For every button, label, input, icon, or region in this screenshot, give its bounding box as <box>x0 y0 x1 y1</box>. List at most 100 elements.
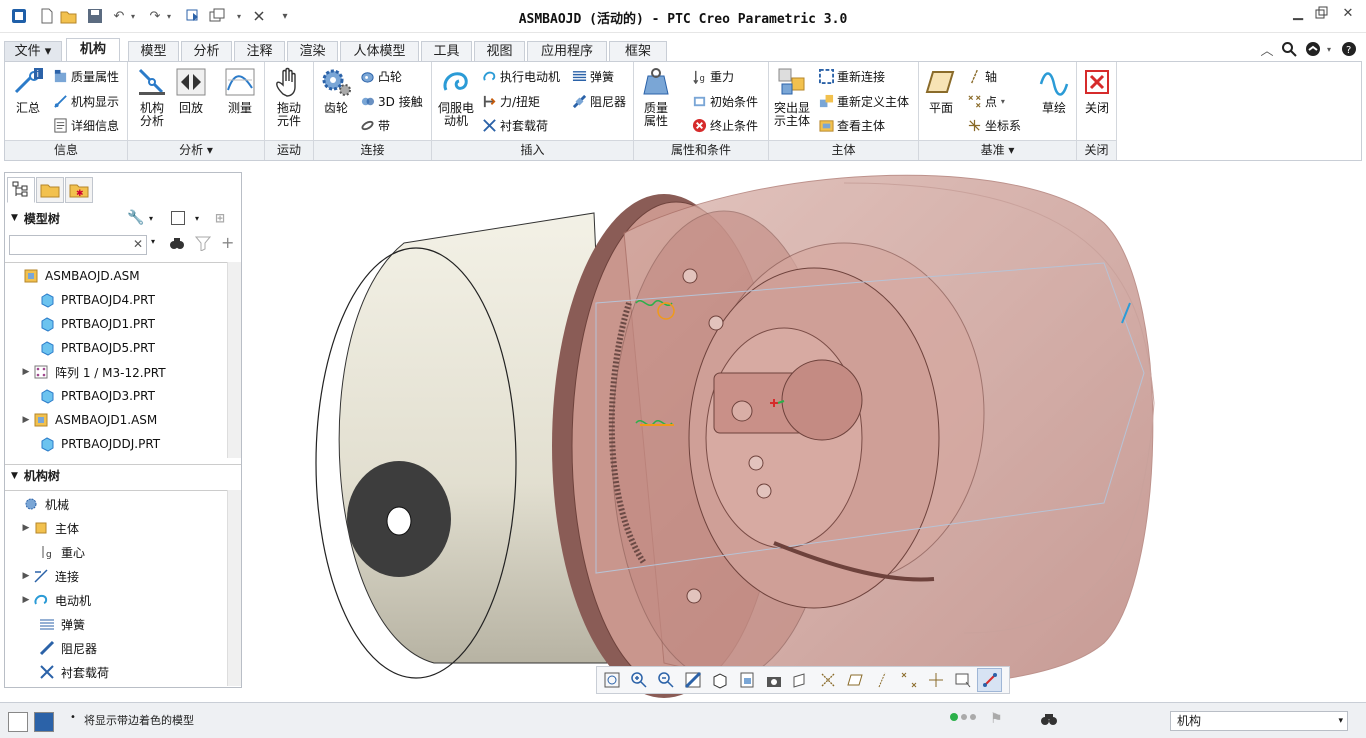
mech-item-dampers[interactable]: 阻尼器 <box>25 636 97 660</box>
search-icon[interactable] <box>1280 40 1298 58</box>
show-icon[interactable] <box>171 211 185 225</box>
tab-tools[interactable]: 工具 <box>421 41 472 62</box>
point-display-icon[interactable] <box>896 668 921 692</box>
zoom-in-icon[interactable] <box>626 668 651 692</box>
mech-item-root[interactable]: 机械 <box>9 492 69 516</box>
datum-display-icon[interactable] <box>815 668 840 692</box>
csys-display-icon[interactable] <box>923 668 948 692</box>
detail-info-button[interactable]: 详细信息 <box>53 115 119 135</box>
tree-item-subassembly[interactable]: ▶ ASMBAOJD1.ASM <box>19 408 158 432</box>
tab-view[interactable]: 视图 <box>474 41 525 62</box>
tab-mechanism[interactable]: 机构 <box>66 38 120 63</box>
gear-button[interactable]: 齿轮 <box>318 66 354 115</box>
damper-button[interactable]: 阻尼器 <box>572 91 626 111</box>
expand-arrow-icon[interactable]: ▶ <box>19 571 33 581</box>
tree-filter-icon[interactable]: ⊞ <box>215 211 225 225</box>
group-label-analysis[interactable]: 分析 ▾ <box>128 140 264 160</box>
sketch-button[interactable]: 草绘 <box>1037 66 1071 115</box>
mech-item-bushings[interactable]: 衬套载荷 <box>25 660 109 684</box>
repaint-icon[interactable] <box>680 668 705 692</box>
reconnect-button[interactable]: 重新连接 <box>819 66 885 86</box>
belt-button[interactable]: 带 <box>360 115 390 135</box>
init-conditions-button[interactable]: 初始条件 <box>692 91 758 111</box>
tab-model[interactable]: 模型 <box>128 41 179 62</box>
measure-button[interactable]: 测量 <box>222 66 258 115</box>
tab-applications[interactable]: 应用程序 <box>527 41 607 62</box>
drag-components-button[interactable]: 拖动 元件 <box>271 66 307 128</box>
force-torque-button[interactable]: 力/扭矩 <box>482 91 540 111</box>
selection-filter-select[interactable]: 机构 ▾ <box>1170 711 1348 731</box>
mass-properties-button[interactable]: 质量属性 <box>53 66 119 86</box>
mech-item-gravity[interactable]: g 重心 <box>25 540 85 564</box>
tab-render[interactable]: 渲染 <box>287 41 338 62</box>
expand-arrow-icon[interactable]: ▶ <box>19 367 33 377</box>
tab-folder-browser[interactable] <box>36 177 64 203</box>
spring-button[interactable]: 弹簧 <box>572 66 614 86</box>
mech-item-motors[interactable]: ▶ 电动机 <box>19 588 91 612</box>
community-dropdown-icon[interactable]: ▾ <box>1320 40 1338 58</box>
mech-item-springs[interactable]: 弹簧 <box>25 612 85 636</box>
tab-analysis[interactable]: 分析 <box>181 41 232 62</box>
tab-framework[interactable]: 框架 <box>609 41 667 62</box>
expand-arrow-icon[interactable]: ▶ <box>19 595 33 605</box>
tab-model-tree[interactable] <box>7 177 35 203</box>
mech-tree-scrollbar[interactable] <box>227 490 241 686</box>
axis-button[interactable]: 轴 <box>967 66 997 86</box>
tree-item-part[interactable]: PRTBAOJD1.PRT <box>25 312 155 336</box>
clear-search-icon[interactable]: ✕ <box>133 237 143 251</box>
mech-item-connections[interactable]: ▶ 连接 <box>19 564 79 588</box>
graphics-viewport[interactable] <box>244 163 1366 699</box>
gravity-button[interactable]: g 重力 <box>692 66 734 86</box>
playback-button[interactable]: 回放 <box>174 66 208 115</box>
axis-display-icon[interactable] <box>869 668 894 692</box>
highlight-bodies-button[interactable]: 突出显 示主体 <box>771 66 813 128</box>
tab-favorites[interactable]: ✱ <box>65 177 93 203</box>
display-style-icon[interactable] <box>707 668 732 692</box>
servo-motor-button[interactable]: 伺服电 动机 <box>434 66 478 128</box>
tab-annotate[interactable]: 注释 <box>234 41 285 62</box>
cam-button[interactable]: 凸轮 <box>360 66 402 86</box>
show-browser-icon[interactable] <box>34 712 54 732</box>
mech-item-bodies[interactable]: ▶ 主体 <box>19 516 79 540</box>
view-manager-icon[interactable] <box>761 668 786 692</box>
mech-tree-header[interactable]: ▼ 机构树 <box>5 464 241 486</box>
plane-button[interactable]: 平面 <box>923 66 959 115</box>
assembly-model-render[interactable] <box>244 163 1366 699</box>
redefine-body-button[interactable]: 重新定义主体 <box>819 91 909 111</box>
mech-display-button[interactable]: 机构显示 <box>53 91 119 111</box>
close-button[interactable]: 关闭 <box>1079 66 1115 115</box>
settings-dropdown-icon[interactable]: ▾ <box>149 214 153 223</box>
csys-button[interactable]: 坐标系 <box>967 115 1021 135</box>
exec-motor-button[interactable]: 执行电动机 <box>482 66 560 86</box>
view-body-button[interactable]: 查看主体 <box>819 115 885 135</box>
show-navigator-icon[interactable] <box>8 712 28 732</box>
settings-icon[interactable]: 🔧 <box>127 210 144 226</box>
mech-analysis-button[interactable]: 机构 分析 <box>134 66 170 128</box>
tree-search-input[interactable]: ✕ <box>9 235 147 255</box>
tree-item-pattern[interactable]: ▶ 阵列 1 / M3-12.PRT <box>19 360 166 384</box>
collapse-ribbon-icon[interactable]: ︿ <box>1258 40 1276 59</box>
search-dropdown-icon[interactable]: ▾ <box>151 237 155 246</box>
tree-item-part[interactable]: PRTBAOJD3.PRT <box>25 384 155 408</box>
help-icon[interactable]: ? <box>1340 40 1358 58</box>
find-icon[interactable] <box>169 235 185 254</box>
tree-item-part[interactable]: PRTBAOJD4.PRT <box>25 288 155 312</box>
mass-props-button[interactable]: 质量 属性 <box>638 66 674 128</box>
filter-icon[interactable] <box>194 235 212 254</box>
zoom-out-icon[interactable] <box>653 668 678 692</box>
restore-icon[interactable] <box>1312 6 1332 24</box>
show-dropdown-icon[interactable]: ▾ <box>195 214 199 223</box>
tree-item-part[interactable]: PRTBAOJDDJ.PRT <box>25 432 160 456</box>
mech-display-toggle-icon[interactable] <box>977 668 1002 692</box>
contact-3d-button[interactable]: 3D 接触 <box>360 91 423 111</box>
perspective-icon[interactable] <box>788 668 813 692</box>
saved-views-icon[interactable] <box>734 668 759 692</box>
flag-icon[interactable]: ⚑ <box>990 711 1003 727</box>
group-label-datum[interactable]: 基准 ▾ <box>919 140 1076 160</box>
tree-item-root-asm[interactable]: ASMBAOJD.ASM <box>9 264 140 288</box>
plane-display-icon[interactable] <box>842 668 867 692</box>
refit-icon[interactable] <box>599 668 624 692</box>
tab-file[interactable]: 文件 ▾ <box>4 41 62 62</box>
add-column-icon[interactable]: + <box>221 233 234 252</box>
minimize-icon[interactable]: ▁ <box>1288 6 1308 24</box>
